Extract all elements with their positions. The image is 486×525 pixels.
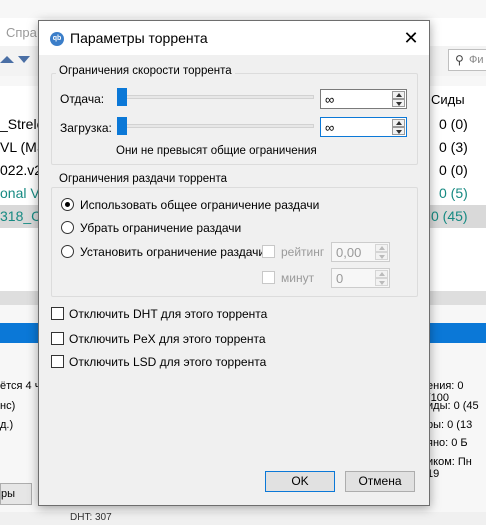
- info-left-3: д.): [0, 419, 14, 431]
- speed-limits-title: Ограничения скорости торрента: [56, 65, 235, 77]
- download-label: Загрузка:: [60, 121, 112, 135]
- disable-pex-checkbox[interactable]: [51, 332, 64, 345]
- spin-down-icon[interactable]: [392, 99, 405, 107]
- spin-buttons[interactable]: [375, 244, 388, 260]
- minutes-label: минут: [281, 271, 315, 285]
- ratio-value: 0,00: [336, 245, 362, 260]
- row-seeds: 0 (3): [439, 139, 468, 155]
- tab-peers[interactable]: ры: [0, 483, 32, 505]
- radio-set-limit-label[interactable]: Установить ограничение раздачи: [80, 245, 265, 259]
- disable-lsd-checkbox[interactable]: [51, 355, 64, 368]
- slider-handle[interactable]: [117, 117, 127, 135]
- cancel-button[interactable]: Отмена: [345, 471, 415, 492]
- radio-no-limit[interactable]: [61, 221, 74, 234]
- minutes-value: 0: [336, 271, 344, 286]
- dht-status: DHT: 307: [70, 512, 112, 523]
- download-slider[interactable]: [117, 117, 314, 135]
- upload-label: Отдача:: [60, 92, 105, 106]
- slider-groove: [117, 124, 314, 128]
- info-right-5: иком: Пн 19: [427, 456, 472, 480]
- radio-set-limit[interactable]: [61, 245, 74, 258]
- spin-buttons[interactable]: [375, 270, 388, 286]
- info-right-3: ры: 0 (13: [427, 419, 473, 431]
- share-limits-title: Ограничения раздачи торрента: [56, 173, 231, 185]
- spin-down-icon[interactable]: [375, 278, 388, 286]
- row-seeds: 0 (45): [431, 208, 468, 224]
- disable-dht-checkbox[interactable]: [51, 307, 64, 320]
- qbittorrent-icon: qb: [50, 32, 64, 46]
- minutes-spinbox[interactable]: 0: [331, 268, 390, 288]
- radio-global-limit-label[interactable]: Использовать общее ограничение раздачи: [80, 198, 319, 212]
- info-left-1: ётся 4 ч: [0, 380, 41, 392]
- filter-input[interactable]: ⚲ Фи: [448, 49, 486, 71]
- spin-buttons[interactable]: [392, 119, 405, 135]
- row-seeds: 0 (5): [439, 185, 468, 201]
- slider-groove: [117, 95, 314, 99]
- ratio-spinbox[interactable]: 0,00: [331, 242, 390, 262]
- move-up-icon[interactable]: [0, 56, 14, 63]
- info-right-2: иды: 0 (45: [427, 400, 479, 412]
- ratio-checkbox[interactable]: [262, 245, 275, 258]
- move-down-icon[interactable]: [18, 56, 30, 63]
- upload-slider[interactable]: [117, 88, 314, 106]
- ratio-label: рейтинг: [281, 245, 325, 259]
- spin-up-icon[interactable]: [392, 91, 405, 99]
- radio-no-limit-label[interactable]: Убрать ограничение раздачи: [80, 221, 241, 235]
- spin-up-icon[interactable]: [375, 270, 388, 278]
- disable-dht-label[interactable]: Отключить DHT для этого торрента: [69, 307, 267, 321]
- spin-up-icon[interactable]: [392, 119, 405, 127]
- row-name: onal V: [0, 185, 40, 201]
- slider-handle[interactable]: [117, 88, 127, 106]
- info-right-4: яно: 0 Б: [427, 437, 468, 449]
- row-seeds: 0 (0): [439, 116, 468, 132]
- menu-item-help[interactable]: Спра: [6, 25, 37, 40]
- spin-up-icon[interactable]: [375, 244, 388, 252]
- upload-limit-value: ∞: [325, 92, 335, 107]
- disable-pex-label[interactable]: Отключить PeX для этого торрента: [69, 332, 266, 346]
- search-icon: ⚲: [455, 53, 464, 67]
- row-seeds: 0 (0): [439, 162, 468, 178]
- info-left-2: нс): [0, 400, 16, 412]
- upload-limit-spinbox[interactable]: ∞: [320, 89, 407, 109]
- minutes-checkbox[interactable]: [262, 271, 275, 284]
- dialog-titlebar[interactable]: qb Параметры торрента ✕: [39, 21, 429, 55]
- dialog-title: Параметры торрента: [70, 30, 208, 46]
- status-bar: DHT: 307: [0, 512, 486, 525]
- disable-lsd-label[interactable]: Отключить LSD для этого торрента: [69, 355, 266, 369]
- spin-buttons[interactable]: [392, 91, 405, 107]
- column-header-seeds[interactable]: Сиды: [431, 92, 465, 107]
- close-icon[interactable]: ✕: [399, 27, 423, 49]
- download-limit-value: ∞: [325, 120, 335, 135]
- row-name: 022.v2: [0, 162, 43, 178]
- ok-button[interactable]: OK: [265, 471, 335, 492]
- spin-down-icon[interactable]: [375, 252, 388, 260]
- download-limit-spinbox[interactable]: ∞: [320, 117, 407, 137]
- filter-placeholder: Фи: [469, 54, 484, 66]
- radio-global-limit[interactable]: [61, 198, 74, 211]
- spin-down-icon[interactable]: [392, 127, 405, 135]
- limits-note: Они не превысят общие ограничения: [116, 145, 317, 157]
- torrent-options-dialog: qb Параметры торрента ✕ Ограничения скор…: [38, 20, 430, 506]
